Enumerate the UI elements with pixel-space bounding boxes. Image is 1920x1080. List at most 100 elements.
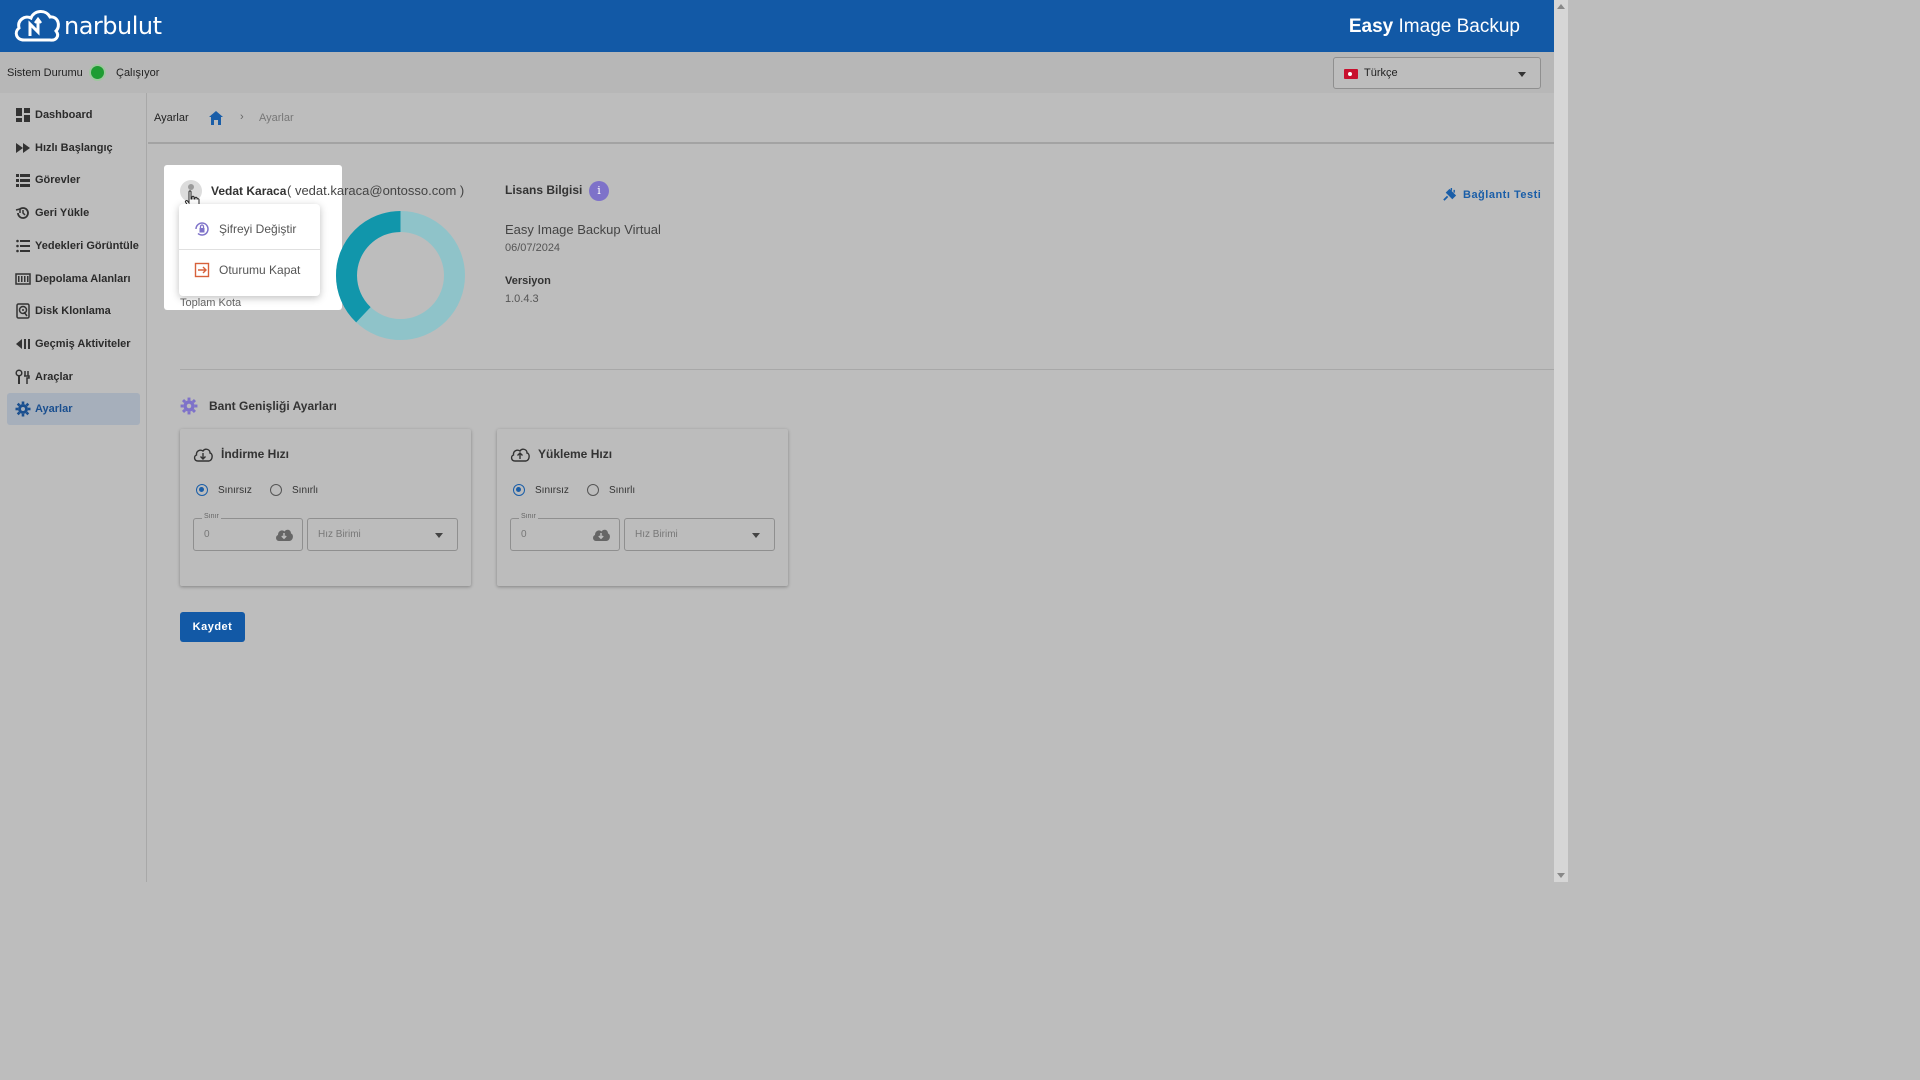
lock-reset-icon	[195, 222, 209, 236]
total-quota-label: Toplam Kota	[180, 297, 242, 309]
upload-unit-placeholder: Hız Birimi	[635, 529, 678, 540]
sidebar-item-label: Geri Yükle	[35, 207, 90, 219]
logout-label: Oturumu Kapat	[219, 263, 301, 277]
info-icon[interactable]: i	[589, 181, 609, 201]
narbulut-logo[interactable]: narbulut	[12, 6, 162, 46]
download-speed-unit-select[interactable]: Hız Birimi	[307, 518, 458, 551]
system-status-value: Çalışıyor	[116, 67, 160, 79]
download-speed-card: İndirme Hızı Sınırsız Sınırlı Sınır 0 Hı…	[180, 429, 471, 586]
upload-limited-radio[interactable]	[587, 484, 599, 496]
sidebar-item-label: Depolama Alanları	[35, 273, 131, 285]
connection-test-label: Bağlantı Testi	[1463, 188, 1542, 201]
sidebar-item-storage[interactable]: Depolama Alanları	[7, 263, 140, 295]
list-icon	[16, 239, 30, 253]
storage-icon	[15, 273, 31, 285]
fast-forward-icon	[16, 143, 30, 153]
status-bar: Sistem Durumu Çalışıyor Türkçe	[0, 52, 1554, 93]
sidebar-item-dashboard[interactable]: Dashboard	[7, 99, 140, 131]
upload-speed-unit-select[interactable]: Hız Birimi	[624, 518, 775, 551]
section-divider	[180, 369, 1554, 370]
cloud-logo-icon	[14, 10, 60, 42]
sidebar-item-disk-clone[interactable]: Disk Klonlama	[7, 295, 140, 327]
download-limit-value: 0	[204, 529, 210, 540]
chevron-down-icon	[435, 533, 443, 538]
upload-limit-legend: Sınır	[519, 513, 538, 520]
chevron-down-icon	[752, 533, 760, 538]
gear-icon	[15, 401, 31, 417]
version-label: Versiyon	[505, 275, 551, 287]
restore-icon	[15, 207, 29, 219]
app-title-bold: Easy	[1348, 16, 1394, 37]
upload-speed-card: Yükleme Hızı Sınırsız Sınırlı Sınır 0 Hı…	[497, 429, 788, 586]
sidebar-item-quick-start[interactable]: Hızlı Başlangıç	[7, 132, 140, 164]
plug-icon	[1443, 187, 1457, 201]
license-title: Lisans Bilgisi	[505, 183, 583, 197]
save-button[interactable]: Kaydet	[180, 612, 245, 642]
top-header: narbulut Easy Image Backup	[0, 0, 1554, 52]
user-email: ( vedat.karaca@ontosso.com )	[287, 183, 465, 198]
version-value: 1.0.4.3	[505, 293, 539, 305]
sidebar-item-label: Görevler	[35, 174, 81, 186]
download-unlimited-label: Sınırsız	[218, 485, 252, 496]
upload-limited-label: Sınırlı	[609, 485, 636, 496]
upload-limit-value: 0	[521, 529, 527, 540]
sidebar-item-label: Disk Klonlama	[35, 305, 111, 317]
cloud-download-icon	[276, 529, 293, 541]
gear-icon	[180, 397, 198, 415]
sidebar-item-settings[interactable]: Ayarlar	[7, 393, 140, 425]
breadcrumb: Ayarlar › Ayarlar	[148, 93, 1554, 144]
license-date: 06/07/2024	[505, 242, 561, 254]
sidebar-item-restore[interactable]: Geri Yükle	[7, 197, 140, 229]
logout-menu-item[interactable]: Oturumu Kapat	[179, 250, 320, 290]
cloud-download-icon	[593, 529, 610, 541]
download-limit-input[interactable]: Sınır 0	[193, 513, 303, 551]
connection-test-button[interactable]: Bağlantı Testi	[1442, 187, 1541, 202]
system-status-label: Sistem Durumu	[7, 67, 83, 79]
cloud-upload-icon	[510, 448, 530, 462]
breadcrumb-separator: ›	[240, 111, 244, 123]
license-product: Easy Image Backup Virtual	[505, 222, 661, 237]
change-password-label: Şifreyi Değiştir	[219, 222, 297, 236]
dashboard-icon	[16, 108, 30, 122]
breadcrumb-current: Ayarlar	[259, 112, 294, 124]
download-speed-title: İndirme Hızı	[221, 447, 290, 461]
sidebar-item-label: Yedekleri Görüntüle	[35, 240, 139, 252]
logout-icon	[194, 262, 210, 278]
sidebar-item-label: Araçlar	[35, 371, 73, 383]
status-indicator-icon	[91, 66, 104, 79]
home-icon[interactable]	[208, 110, 224, 126]
sidebar-item-view-backups[interactable]: Yedekleri Görüntüle	[7, 230, 140, 262]
scroll-up-icon[interactable]	[1557, 4, 1565, 9]
sidebar-item-label: Geçmiş Aktiviteler	[35, 338, 131, 350]
download-unlimited-radio[interactable]	[196, 484, 208, 496]
app-title-rest: Image Backup	[1393, 16, 1520, 37]
language-select[interactable]: Türkçe	[1333, 57, 1541, 89]
page-scrollbar[interactable]	[1554, 0, 1568, 882]
sidebar-item-label: Dashboard	[35, 109, 93, 121]
user-name: Vedat Karaca	[211, 184, 287, 198]
chevron-down-icon	[1518, 72, 1526, 77]
disk-clone-icon	[16, 303, 30, 319]
cloud-download-icon	[193, 448, 213, 462]
scroll-down-icon[interactable]	[1557, 873, 1565, 878]
page-title: Ayarlar	[154, 112, 189, 124]
sidebar: Dashboard Hızlı Başlangıç Görevler Geri …	[0, 93, 147, 882]
download-limited-label: Sınırlı	[292, 485, 319, 496]
upload-unlimited-radio[interactable]	[513, 484, 525, 496]
sidebar-item-history[interactable]: Geçmiş Aktiviteler	[7, 328, 140, 360]
sidebar-item-tools[interactable]: Araçlar	[7, 361, 140, 393]
tools-icon	[15, 369, 30, 384]
sidebar-item-tasks[interactable]: Görevler	[7, 164, 140, 196]
logo-text: narbulut	[64, 12, 162, 40]
change-password-menu-item[interactable]: Şifreyi Değiştir	[179, 209, 320, 249]
task-list-icon	[16, 174, 30, 187]
upload-unlimited-label: Sınırsız	[535, 485, 569, 496]
user-dropdown-menu: Şifreyi Değiştir Oturumu Kapat	[179, 204, 320, 296]
download-limit-legend: Sınır	[202, 513, 221, 520]
sidebar-item-label: Hızlı Başlangıç	[35, 142, 113, 154]
history-icon	[16, 339, 30, 349]
download-limited-radio[interactable]	[270, 484, 282, 496]
download-unit-placeholder: Hız Birimi	[318, 529, 361, 540]
turkey-flag-icon	[1344, 69, 1358, 79]
upload-limit-input[interactable]: Sınır 0	[510, 513, 620, 551]
